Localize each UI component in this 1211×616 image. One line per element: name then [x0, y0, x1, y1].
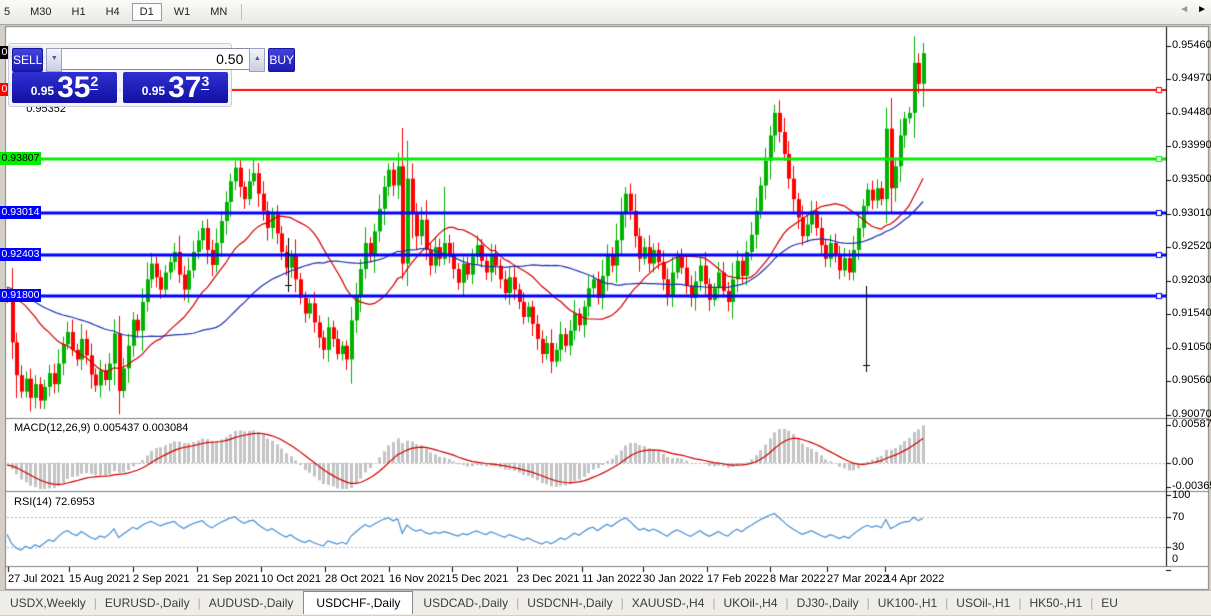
chart-tab-usdcnh-daily[interactable]: USDCNH-,Daily [517, 593, 622, 613]
macd-signal-value: 0.003084 [142, 422, 188, 434]
date-axis-label: 16 Nov 2021 [389, 573, 451, 585]
timeframe-button-5[interactable]: 5 [2, 3, 18, 21]
sell-price-point: 2 [90, 73, 98, 90]
date-axis-label: 23 Dec 2021 [517, 573, 579, 585]
date-axis-label: 10 Oct 2021 [261, 573, 321, 585]
timeframe-button-h4[interactable]: H4 [98, 3, 128, 21]
price-axis-tick: 0.93990 [1172, 139, 1211, 151]
sell-price-pips: 35 [57, 75, 90, 101]
price-axis-tick: 0.93010 [1172, 207, 1211, 219]
rsi-indicator-label: RSI(14) 72.6953 [14, 496, 95, 508]
timeframe-button-m30[interactable]: M30 [22, 3, 59, 21]
toolbar-separator [241, 4, 242, 20]
level-price-badge: 0.93807 [0, 152, 41, 165]
date-axis-label: 2 Sep 2021 [133, 573, 189, 585]
sell-price-display[interactable]: 0.95 35 2 [12, 72, 117, 103]
date-axis-label: 8 Mar 2022 [770, 573, 826, 585]
price-axis-tick: 0.92520 [1172, 240, 1211, 252]
date-axis-label: 15 Aug 2021 [69, 573, 131, 585]
volume-input[interactable] [62, 48, 249, 70]
level-price-badge: 0.93014 [0, 206, 41, 219]
chart-tab-dj30-daily[interactable]: DJ30-,Daily [787, 593, 869, 613]
date-axis-label: 28 Oct 2021 [325, 573, 385, 585]
trading-app-window: 5M30H1H4D1W1MN ▲ USDCHF-,Daily 0.94905 0… [0, 0, 1211, 616]
level-price-badge: 0.92403 [0, 248, 41, 261]
chart-tab-usdcad-daily[interactable]: USDCAD-,Daily [413, 593, 518, 613]
level-price-badge: 0.91800 [0, 289, 41, 302]
chart-tab-eurusd-daily[interactable]: EURUSD-,Daily [95, 593, 200, 613]
volume-decrease-button[interactable]: ▼ [46, 48, 62, 72]
price-axis-tick: 0.94480 [1172, 106, 1211, 118]
chart-tab-hk50-h1[interactable]: HK50-,H1 [1019, 593, 1092, 613]
rsi-axis-tick: 30 [1172, 541, 1184, 553]
timeframe-button-mn[interactable]: MN [202, 3, 235, 21]
volume-increase-button[interactable]: ▲ [249, 48, 265, 72]
timeframe-button-h1[interactable]: H1 [64, 3, 94, 21]
rsi-axis-tick: 0 [1172, 553, 1178, 565]
one-click-trade-panel: SELL ▼ ▲ BUY 0.95 35 2 0.95 37 3 [8, 43, 232, 107]
date-axis-label: 27 Jul 2021 [8, 573, 65, 585]
price-axis-tick: 0.93500 [1172, 173, 1211, 185]
date-axis-label: 27 Mar 2022 [827, 573, 889, 585]
buy-price-point: 3 [201, 73, 209, 90]
chart-tab-eu[interactable]: EU [1091, 593, 1128, 613]
date-axis-label: 5 Dec 2021 [452, 573, 508, 585]
timeframe-button-w1[interactable]: W1 [166, 3, 199, 21]
price-axis-tick: 0.95460 [1172, 39, 1211, 51]
date-axis-label: 17 Feb 2022 [707, 573, 769, 585]
macd-axis-tick: 0.00587 [1172, 418, 1211, 430]
buy-price-display[interactable]: 0.95 37 3 [123, 72, 228, 103]
date-axis-label: 30 Jan 2022 [643, 573, 704, 585]
date-axis-label: 14 Apr 2022 [885, 573, 944, 585]
chart-tab-xauusd-h4[interactable]: XAUUSD-,H4 [622, 593, 715, 613]
chart-tab-bar: USDX,Weekly|EURUSD-,Daily|AUDUSD-,DailyU… [0, 590, 1211, 615]
price-axis-tick: 0.94970 [1172, 72, 1211, 84]
price-axis-tick: 0.92030 [1172, 274, 1211, 286]
tab-scroll-left-icon[interactable]: ◄ [1179, 4, 1189, 15]
chart-tab-usdchf-daily[interactable]: USDCHF-,Daily [303, 591, 413, 614]
macd-indicator-label: MACD(12,26,9) 0.005437 0.003084 [14, 422, 188, 434]
buy-button[interactable]: BUY [268, 48, 295, 72]
chart-tab-audusd-daily[interactable]: AUDUSD-,Daily [199, 593, 304, 613]
macd-axis-tick: 0.00 [1172, 456, 1193, 468]
price-axis-tick: 0.91540 [1172, 307, 1211, 319]
chart-tab-usoil-h1[interactable]: USOil-,H1 [946, 593, 1020, 613]
chart-tab-uk100-h1[interactable]: UK100-,H1 [868, 593, 947, 613]
macd-main-value: 0.005437 [93, 422, 139, 434]
rsi-value: 72.6953 [55, 496, 95, 508]
date-axis-label: 21 Sep 2021 [197, 573, 259, 585]
tab-scroll-right-icon[interactable]: ► [1197, 4, 1207, 15]
timeframe-button-d1[interactable]: D1 [132, 3, 162, 21]
price-axis-tick: 0.91050 [1172, 341, 1211, 353]
chart-tab-usdx-weekly[interactable]: USDX,Weekly [0, 593, 96, 613]
price-axis-tick: 0.90560 [1172, 374, 1211, 386]
rsi-axis-tick: 100 [1172, 489, 1190, 501]
sell-button[interactable]: SELL [12, 48, 43, 72]
buy-price-pips: 37 [168, 75, 201, 101]
chart-tab-ukoil-h4[interactable]: UKOil-,H4 [714, 593, 788, 613]
buy-price-prefix: 0.95 [142, 84, 165, 98]
timeframe-toolbar: 5M30 H1H4D1W1MN [0, 0, 1211, 25]
date-axis-label: 11 Jan 2022 [582, 573, 642, 585]
rsi-axis-tick: 70 [1172, 511, 1184, 523]
sell-price-prefix: 0.95 [31, 84, 54, 98]
